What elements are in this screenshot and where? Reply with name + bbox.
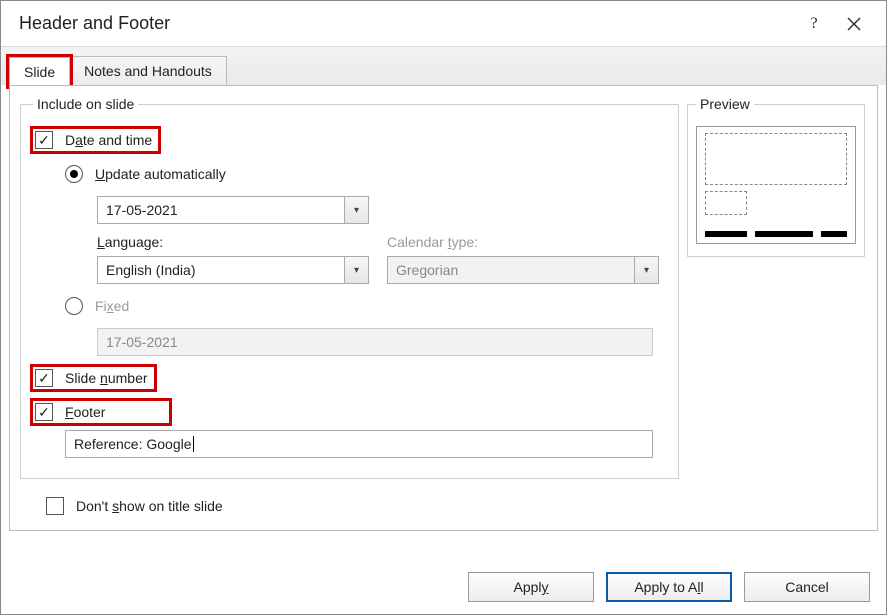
- fixed-radio[interactable]: [65, 297, 83, 315]
- date-time-checkbox[interactable]: [35, 131, 53, 149]
- date-time-label: Date and time: [65, 132, 152, 148]
- dont-show-on-title-label: Don't show on title slide: [76, 498, 223, 514]
- include-on-slide-group: Include on slide Date and time Update au…: [20, 96, 679, 479]
- preview-group: Preview: [687, 96, 865, 257]
- fixed-date-input: 17-05-2021: [97, 328, 653, 356]
- apply-to-all-button[interactable]: Apply to All: [606, 572, 732, 602]
- fixed-label: Fixed: [95, 298, 129, 314]
- calendar-type-combo: Gregorian ▾: [387, 256, 659, 284]
- footer-label: Footer: [65, 404, 105, 420]
- slide-number-checkbox[interactable]: [35, 369, 53, 387]
- dialog-buttons: Apply Apply to All Cancel: [468, 572, 870, 602]
- header-footer-dialog: Header and Footer ? Slide Notes and Hand…: [0, 0, 887, 615]
- tab-notes-and-handouts[interactable]: Notes and Handouts: [69, 56, 227, 85]
- chevron-down-icon: ▾: [344, 257, 368, 283]
- update-automatically-label: Update automatically: [95, 166, 226, 182]
- language-label: Language:: [97, 234, 369, 250]
- titlebar: Header and Footer ?: [1, 1, 886, 47]
- chevron-down-icon: ▾: [344, 197, 368, 223]
- dialog-title: Header and Footer: [19, 13, 794, 34]
- tab-slide[interactable]: Slide: [9, 57, 70, 86]
- footer-checkbox[interactable]: [35, 403, 53, 421]
- language-combo[interactable]: English (India) ▾: [97, 256, 369, 284]
- date-format-combo[interactable]: 17-05-2021 ▾: [97, 196, 369, 224]
- update-automatically-radio[interactable]: [65, 165, 83, 183]
- dont-show-on-title-checkbox[interactable]: [46, 497, 64, 515]
- tab-panel-slide: Include on slide Date and time Update au…: [9, 85, 878, 531]
- preview-legend: Preview: [696, 96, 754, 112]
- apply-button[interactable]: Apply: [468, 572, 594, 602]
- cancel-button[interactable]: Cancel: [744, 572, 870, 602]
- slide-number-label: Slide number: [65, 370, 148, 386]
- close-icon[interactable]: [834, 4, 874, 44]
- preview-thumbnail: [696, 126, 856, 244]
- tab-strip: Slide Notes and Handouts: [1, 47, 886, 85]
- footer-text-input[interactable]: Reference: Google: [65, 430, 653, 458]
- help-icon[interactable]: ?: [794, 4, 834, 44]
- text-caret-icon: [193, 436, 194, 452]
- include-on-slide-legend: Include on slide: [33, 96, 138, 112]
- calendar-type-label: Calendar type:: [387, 234, 659, 250]
- chevron-down-icon: ▾: [634, 257, 658, 283]
